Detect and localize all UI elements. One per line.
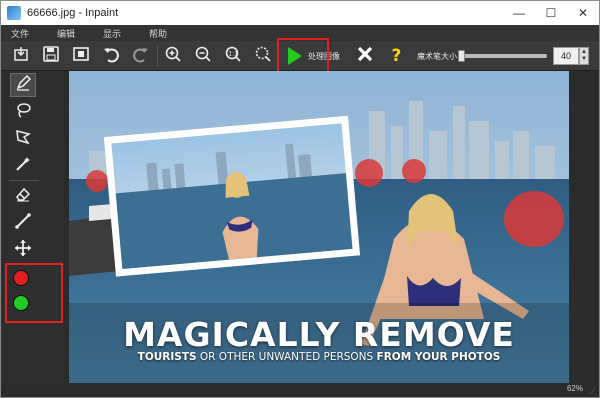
svg-text:1:1: 1:1 — [228, 50, 238, 57]
subline-part-3: FROM YOUR PHOTOS — [376, 351, 501, 363]
window-title: 66666.jpg - Inpaint — [27, 7, 119, 19]
line-icon — [14, 212, 32, 235]
marker-size-label: 魔术笔大小 — [417, 52, 457, 61]
menu-edit[interactable]: 编辑 — [57, 27, 75, 40]
zoom-level: 62% — [566, 384, 583, 393]
marker-size-slider-thumb[interactable] — [458, 50, 465, 62]
marker-size-input[interactable]: 40 — [553, 47, 579, 65]
eraser-icon — [14, 185, 32, 208]
actual-size-icon: 1:1 — [224, 45, 242, 68]
menu-help[interactable]: 帮助 — [149, 27, 167, 40]
menu-file[interactable]: 文件 — [11, 27, 29, 40]
menu-view[interactable]: 显示 — [103, 27, 121, 40]
toolbar-divider — [157, 46, 158, 66]
spin-down-icon[interactable]: ▼ — [581, 56, 587, 63]
fit-window-button[interactable] — [251, 44, 275, 68]
save-as-button[interactable] — [69, 44, 93, 68]
headline-text: MAGICALLY REMOVE — [123, 315, 515, 354]
tool-polygon-lasso[interactable] — [10, 127, 36, 151]
marker-size-spinner[interactable]: ▲ ▼ — [579, 47, 589, 65]
save-button[interactable] — [39, 44, 63, 68]
cancel-button[interactable] — [353, 44, 377, 68]
zoom-out-button[interactable] — [191, 44, 215, 68]
magic-wand-icon — [14, 155, 32, 178]
maximize-button[interactable]: ☐ — [535, 1, 567, 25]
subline-text: TOURISTS OR OTHER UNWANTED PERSONS FROM … — [69, 351, 569, 363]
help-icon: ? — [388, 45, 406, 68]
window-controls: — ☐ ✕ — [503, 1, 599, 25]
tool-line[interactable] — [10, 211, 36, 235]
tool-move[interactable] — [10, 238, 36, 262]
move-icon — [14, 239, 32, 262]
redo-button[interactable] — [129, 44, 153, 68]
app-window: 66666.jpg - Inpaint — ☐ ✕ 文件 编辑 显示 帮助 1:… — [0, 0, 600, 398]
save-icon — [42, 45, 60, 68]
right-panel — [569, 71, 599, 383]
fit-window-icon — [254, 45, 272, 68]
open-icon — [12, 45, 30, 68]
open-button[interactable] — [9, 44, 33, 68]
zoom-in-button[interactable] — [161, 44, 185, 68]
color-swatch-highlight — [5, 263, 63, 323]
actual-size-button[interactable]: 1:1 — [221, 44, 245, 68]
sidebar-divider — [9, 180, 39, 181]
undo-icon — [102, 45, 120, 68]
lasso-icon — [14, 101, 32, 124]
tool-lasso[interactable] — [10, 100, 36, 124]
image-canvas[interactable]: MAGICALLY REMOVE TOURISTS OR OTHER UNWAN… — [69, 71, 569, 383]
polygon-lasso-icon — [14, 128, 32, 151]
save-as-icon — [72, 45, 90, 68]
help-button[interactable]: ? — [385, 44, 409, 68]
tool-marker[interactable] — [10, 73, 36, 97]
zoom-in-icon — [164, 45, 182, 68]
resize-grip-icon[interactable]: ⋰ — [589, 387, 596, 395]
cancel-icon — [356, 45, 374, 68]
spin-up-icon[interactable]: ▲ — [581, 49, 587, 56]
subline-part-2: OR OTHER UNWANTED PERSONS — [196, 351, 377, 363]
svg-text:?: ? — [392, 46, 402, 63]
redo-icon — [132, 45, 150, 68]
app-icon — [7, 6, 21, 20]
status-bar: 62% ⋰ — [1, 383, 599, 397]
tool-magic-wand[interactable] — [10, 154, 36, 178]
close-button[interactable]: ✕ — [567, 1, 599, 25]
undo-button[interactable] — [99, 44, 123, 68]
marker-icon — [14, 74, 32, 97]
title-bar: 66666.jpg - Inpaint — ☐ ✕ — [1, 1, 599, 25]
tool-eraser[interactable] — [10, 184, 36, 208]
tools-sidebar — [1, 71, 63, 389]
marker-size-slider[interactable] — [463, 54, 547, 58]
subline-part-1: TOURISTS — [137, 351, 197, 363]
zoom-out-icon — [194, 45, 212, 68]
minimize-button[interactable]: — — [503, 1, 535, 25]
